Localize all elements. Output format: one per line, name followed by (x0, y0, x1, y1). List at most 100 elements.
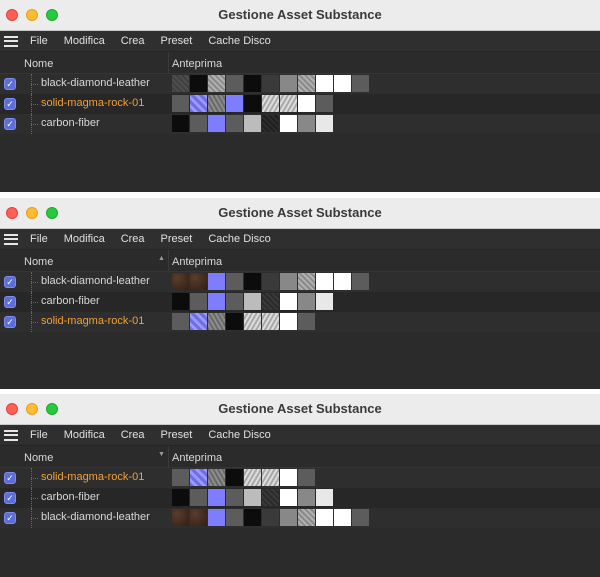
texture-thumbnail[interactable] (226, 115, 243, 132)
texture-thumbnail[interactable] (262, 95, 279, 112)
asset-enabled-checkbox[interactable]: ✓ (4, 78, 16, 90)
column-preview-header[interactable]: Anteprima (172, 256, 222, 268)
texture-thumbnail[interactable] (208, 75, 225, 92)
asset-enabled-checkbox[interactable]: ✓ (4, 118, 16, 130)
menu-file[interactable]: File (30, 35, 48, 47)
texture-thumbnail[interactable] (280, 509, 297, 526)
texture-thumbnail[interactable] (172, 95, 189, 112)
asset-row[interactable]: ✓ black-diamond-leather (0, 74, 600, 94)
column-name-header[interactable]: Nome (24, 58, 53, 70)
texture-thumbnail[interactable] (316, 115, 333, 132)
column-preview-header[interactable]: Anteprima (172, 452, 222, 464)
texture-thumbnail[interactable] (352, 273, 369, 290)
texture-thumbnail[interactable] (280, 313, 297, 330)
column-name-header[interactable]: Nome (24, 452, 53, 464)
texture-thumbnail[interactable] (298, 313, 315, 330)
texture-thumbnail[interactable] (316, 273, 333, 290)
menu-file[interactable]: File (30, 233, 48, 245)
texture-thumbnail[interactable] (280, 489, 297, 506)
column-divider[interactable] (168, 446, 169, 467)
asset-enabled-checkbox[interactable]: ✓ (4, 276, 16, 288)
texture-thumbnail[interactable] (316, 75, 333, 92)
menu-modifica[interactable]: Modifica (64, 429, 105, 441)
texture-thumbnail[interactable] (172, 489, 189, 506)
menu-preset[interactable]: Preset (161, 233, 193, 245)
title-bar[interactable]: Gestione Asset Substance (0, 198, 600, 229)
texture-thumbnail[interactable] (316, 293, 333, 310)
texture-thumbnail[interactable] (280, 75, 297, 92)
asset-row[interactable]: ✓ black-diamond-leather (0, 508, 600, 528)
asset-enabled-checkbox[interactable]: ✓ (4, 316, 16, 328)
menu-modifica[interactable]: Modifica (64, 233, 105, 245)
texture-thumbnail[interactable] (334, 509, 351, 526)
asset-enabled-checkbox[interactable]: ✓ (4, 492, 16, 504)
texture-thumbnail[interactable] (280, 115, 297, 132)
texture-thumbnail[interactable] (208, 95, 225, 112)
title-bar[interactable]: Gestione Asset Substance (0, 0, 600, 31)
texture-thumbnail[interactable] (208, 293, 225, 310)
texture-thumbnail[interactable] (262, 115, 279, 132)
texture-thumbnail[interactable] (334, 273, 351, 290)
texture-thumbnail[interactable] (190, 469, 207, 486)
texture-thumbnail[interactable] (208, 313, 225, 330)
menu-preset[interactable]: Preset (161, 35, 193, 47)
texture-thumbnail[interactable] (226, 273, 243, 290)
texture-thumbnail[interactable] (244, 273, 261, 290)
texture-thumbnail[interactable] (208, 115, 225, 132)
texture-thumbnail[interactable] (226, 95, 243, 112)
texture-thumbnail[interactable] (316, 489, 333, 506)
asset-name[interactable]: carbon-fiber (41, 295, 100, 307)
hamburger-menu-icon[interactable] (4, 429, 18, 441)
texture-thumbnail[interactable] (280, 293, 297, 310)
texture-thumbnail[interactable] (190, 313, 207, 330)
texture-thumbnail[interactable] (334, 75, 351, 92)
texture-thumbnail[interactable] (298, 95, 315, 112)
asset-enabled-checkbox[interactable]: ✓ (4, 512, 16, 524)
texture-thumbnail[interactable] (244, 469, 261, 486)
texture-thumbnail[interactable] (226, 293, 243, 310)
texture-thumbnail[interactable] (208, 489, 225, 506)
menu-cache-disco[interactable]: Cache Disco (208, 35, 270, 47)
asset-name[interactable]: carbon-fiber (41, 491, 100, 503)
texture-thumbnail[interactable] (172, 313, 189, 330)
asset-enabled-checkbox[interactable]: ✓ (4, 98, 16, 110)
texture-thumbnail[interactable] (280, 95, 297, 112)
asset-enabled-checkbox[interactable]: ✓ (4, 472, 16, 484)
texture-thumbnail[interactable] (298, 75, 315, 92)
texture-thumbnail[interactable] (262, 75, 279, 92)
texture-thumbnail[interactable] (316, 509, 333, 526)
column-preview-header[interactable]: Anteprima (172, 58, 222, 70)
texture-thumbnail[interactable] (226, 75, 243, 92)
texture-thumbnail[interactable] (226, 313, 243, 330)
texture-thumbnail[interactable] (262, 313, 279, 330)
asset-row[interactable]: ✓ carbon-fiber (0, 488, 600, 508)
asset-row[interactable]: ✓ solid-magma-rock-01 (0, 312, 600, 332)
menu-crea[interactable]: Crea (121, 429, 145, 441)
texture-thumbnail[interactable] (172, 273, 189, 290)
asset-row[interactable]: ✓ carbon-fiber (0, 114, 600, 134)
texture-thumbnail[interactable] (244, 509, 261, 526)
texture-thumbnail[interactable] (244, 95, 261, 112)
menu-crea[interactable]: Crea (121, 35, 145, 47)
menu-file[interactable]: File (30, 429, 48, 441)
texture-thumbnail[interactable] (298, 115, 315, 132)
texture-thumbnail[interactable] (190, 115, 207, 132)
texture-thumbnail[interactable] (298, 293, 315, 310)
menu-cache-disco[interactable]: Cache Disco (208, 233, 270, 245)
asset-name[interactable]: black-diamond-leather (41, 511, 150, 523)
texture-thumbnail[interactable] (262, 469, 279, 486)
texture-thumbnail[interactable] (244, 489, 261, 506)
menu-cache-disco[interactable]: Cache Disco (208, 429, 270, 441)
texture-thumbnail[interactable] (262, 293, 279, 310)
texture-thumbnail[interactable] (172, 75, 189, 92)
texture-thumbnail[interactable] (316, 95, 333, 112)
column-divider[interactable] (168, 52, 169, 73)
asset-row[interactable]: ✓ solid-magma-rock-01 (0, 94, 600, 114)
texture-thumbnail[interactable] (352, 509, 369, 526)
hamburger-menu-icon[interactable] (4, 233, 18, 245)
asset-enabled-checkbox[interactable]: ✓ (4, 296, 16, 308)
asset-name[interactable]: solid-magma-rock-01 (41, 471, 144, 483)
asset-row[interactable]: ✓ carbon-fiber (0, 292, 600, 312)
texture-thumbnail[interactable] (208, 273, 225, 290)
texture-thumbnail[interactable] (244, 313, 261, 330)
